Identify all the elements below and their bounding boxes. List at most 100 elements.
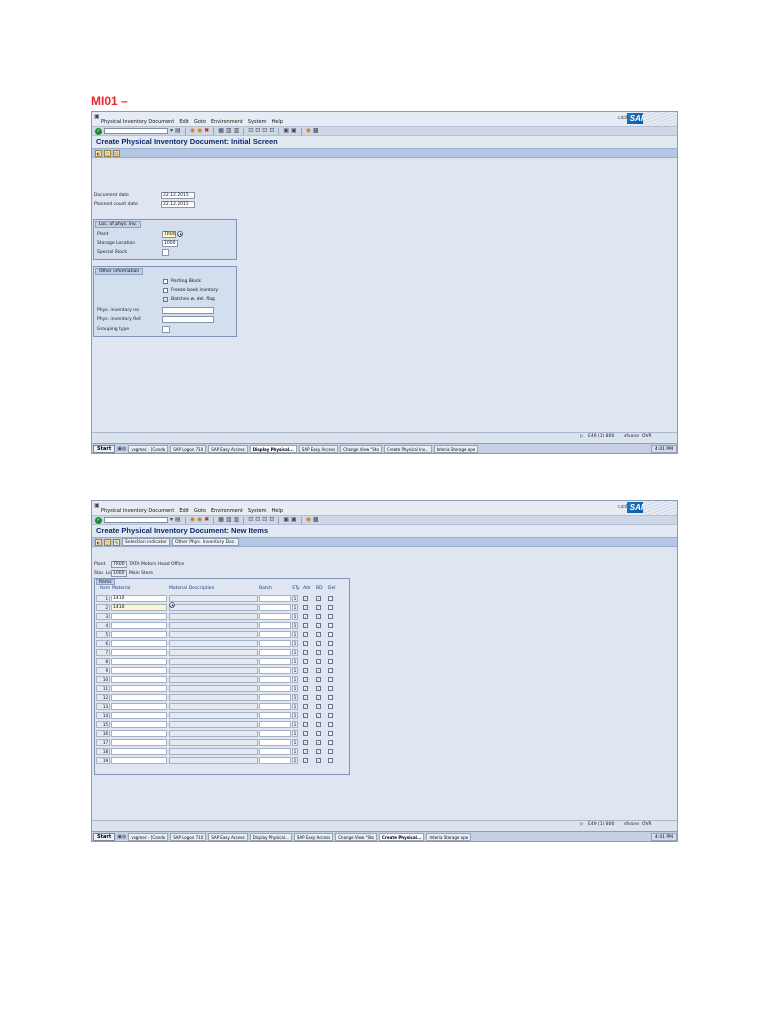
del-checkbox[interactable] <box>328 632 333 637</box>
last-page-icon[interactable]: ⊡ <box>269 127 274 135</box>
bd-checkbox[interactable]: ✓ <box>316 668 321 673</box>
del-checkbox[interactable] <box>328 713 333 718</box>
alt-checkbox[interactable]: ✓ <box>303 641 308 646</box>
material-input[interactable] <box>111 613 167 620</box>
alt-checkbox[interactable]: ✓ <box>303 659 308 664</box>
layout-menu-icon[interactable]: ▩ <box>313 516 319 524</box>
material-input[interactable] <box>111 730 167 737</box>
batch-input[interactable] <box>259 721 291 728</box>
other-phys-inventory-doc-button[interactable]: Other Phys. Inventory Doc. <box>171 538 239 546</box>
first-page-icon[interactable]: ⊡ <box>248 127 253 135</box>
del-checkbox[interactable] <box>328 704 333 709</box>
menu-edit[interactable]: Edit <box>179 119 189 125</box>
stock-type-cell[interactable]: 1 <box>292 622 298 629</box>
stock-type-cell[interactable]: 1 <box>292 631 298 638</box>
del-checkbox[interactable] <box>328 605 333 610</box>
print-icon[interactable]: ▦ <box>218 516 224 524</box>
menu-help[interactable]: Help <box>272 508 283 514</box>
new-items-icon[interactable]: ▢ <box>104 538 111 546</box>
quick-launch-icon[interactable]: ▣◍ <box>117 834 126 840</box>
material-input[interactable]: 1410 <box>111 604 167 611</box>
alt-checkbox[interactable]: ✓ <box>303 731 308 736</box>
alt-checkbox[interactable]: ✓ <box>303 686 308 691</box>
del-checkbox[interactable] <box>328 650 333 655</box>
alt-checkbox[interactable]: ✓ <box>303 650 308 655</box>
bd-checkbox[interactable]: ✓ <box>316 722 321 727</box>
material-input[interactable] <box>111 703 167 710</box>
task-button[interactable]: SAP Logon 710 <box>170 832 207 841</box>
find-icon[interactable]: ▥ <box>226 516 232 524</box>
batch-input[interactable] <box>259 703 291 710</box>
find-next-icon[interactable]: ▥ <box>234 516 240 524</box>
value-help-icon[interactable]: ◔ <box>169 602 175 608</box>
del-checkbox[interactable] <box>328 677 333 682</box>
task-button[interactable]: SAP Easy Access <box>208 444 248 453</box>
status-arrow-icon[interactable]: ▷ <box>580 822 583 828</box>
alt-checkbox[interactable]: ✓ <box>303 668 308 673</box>
selection-indicator-button[interactable]: Selection indicator <box>122 538 170 546</box>
exit-icon[interactable]: ◉ <box>197 127 202 135</box>
column-material[interactable]: Material <box>112 586 130 591</box>
help-icon[interactable]: ◉ <box>306 516 311 524</box>
column-bd[interactable]: BD <box>316 586 323 591</box>
batches-del-flag-checkbox[interactable]: ✓ <box>163 297 168 302</box>
batch-input[interactable] <box>259 595 291 602</box>
stock-type-cell[interactable]: 1 <box>292 703 298 710</box>
stock-type-cell[interactable]: 1 <box>292 721 298 728</box>
material-input[interactable] <box>111 658 167 665</box>
batch-input[interactable] <box>259 667 291 674</box>
menu-edit[interactable]: Edit <box>179 508 189 514</box>
posting-block-checkbox[interactable] <box>163 279 168 284</box>
batch-input[interactable] <box>259 631 291 638</box>
bd-checkbox[interactable]: ✓ <box>316 758 321 763</box>
shortcut-icon[interactable]: ▣ <box>291 127 297 135</box>
batch-input[interactable] <box>259 712 291 719</box>
bd-checkbox[interactable]: ✓ <box>316 605 321 610</box>
del-checkbox[interactable] <box>328 749 333 754</box>
material-input[interactable] <box>111 757 167 764</box>
first-page-icon[interactable]: ⊡ <box>248 516 253 524</box>
batch-input[interactable] <box>259 622 291 629</box>
menu-help[interactable]: Help <box>272 119 283 125</box>
last-page-icon[interactable]: ⊡ <box>269 516 274 524</box>
stock-type-cell[interactable]: 1 <box>292 712 298 719</box>
phys-inventory-no-input[interactable] <box>162 307 214 314</box>
stock-type-cell[interactable]: 1 <box>292 595 298 602</box>
find-icon[interactable]: ▥ <box>226 127 232 135</box>
alt-checkbox[interactable]: ✓ <box>303 749 308 754</box>
back-icon[interactable]: ◉ <box>190 516 195 524</box>
stock-type-cell[interactable]: 1 <box>292 676 298 683</box>
batch-input[interactable] <box>259 604 291 611</box>
alt-checkbox[interactable]: ✓ <box>303 740 308 745</box>
del-checkbox[interactable] <box>328 623 333 628</box>
column-del[interactable]: Del <box>328 586 335 591</box>
del-checkbox[interactable] <box>328 758 333 763</box>
task-button-active[interactable]: Create Physical... <box>379 832 425 841</box>
alt-checkbox[interactable]: ✓ <box>303 605 308 610</box>
help-icon[interactable]: ◉ <box>306 127 311 135</box>
bd-checkbox[interactable]: ✓ <box>316 596 321 601</box>
stock-type-cell[interactable]: 1 <box>292 757 298 764</box>
del-checkbox[interactable] <box>328 695 333 700</box>
column-stock-type[interactable]: STy <box>292 586 300 591</box>
bd-checkbox[interactable]: ✓ <box>316 686 321 691</box>
save-icon[interactable]: ▤ <box>175 127 181 135</box>
bd-checkbox[interactable]: ✓ <box>316 650 321 655</box>
bd-checkbox[interactable]: ✓ <box>316 623 321 628</box>
previous-page-icon[interactable]: ⊡ <box>255 127 260 135</box>
stock-type-cell[interactable]: 1 <box>292 748 298 755</box>
stock-type-cell[interactable]: 1 <box>292 685 298 692</box>
material-input[interactable] <box>111 676 167 683</box>
column-material-description[interactable]: Material Description <box>169 586 214 591</box>
copy-model-icon[interactable]: ◐ <box>95 149 102 157</box>
material-input[interactable] <box>111 649 167 656</box>
material-input[interactable] <box>111 622 167 629</box>
bd-checkbox[interactable]: ✓ <box>316 740 321 745</box>
menu-environment[interactable]: Environment <box>211 119 243 125</box>
column-alt[interactable]: Altr <box>303 586 311 591</box>
status-arrow-icon[interactable]: ▷ <box>580 434 583 440</box>
material-input[interactable] <box>111 721 167 728</box>
batch-input[interactable] <box>259 676 291 683</box>
batch-input[interactable] <box>259 658 291 665</box>
material-input[interactable]: 1410 <box>111 595 167 602</box>
